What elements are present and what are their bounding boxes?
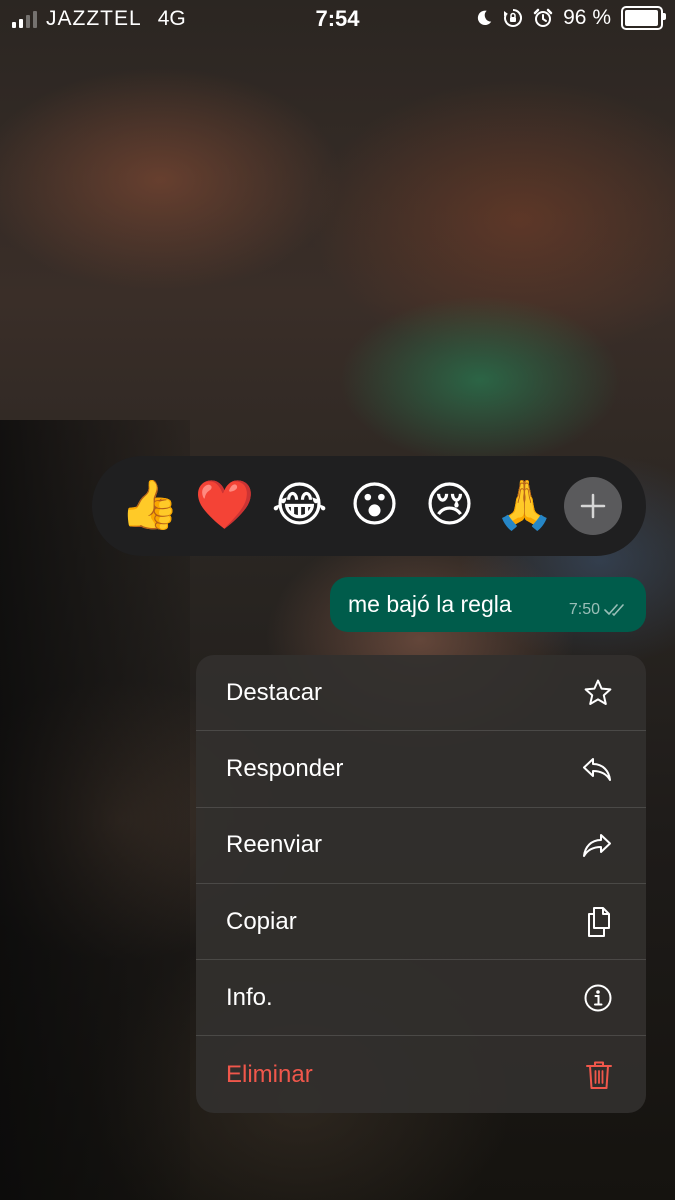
- copy-icon: [588, 906, 610, 937]
- reaction-tears-of-joy[interactable]: 😂: [262, 469, 337, 544]
- menu-item-responder[interactable]: Responder: [196, 731, 646, 808]
- status-right: 96 %: [475, 6, 666, 30]
- battery-percentage: 96 %: [563, 6, 611, 29]
- menu-item-destacar[interactable]: Destacar: [196, 655, 646, 732]
- reaction-thumbs-up[interactable]: 👍: [112, 469, 187, 544]
- menu-item-eliminar[interactable]: Eliminar: [196, 1036, 646, 1112]
- battery-fill: [625, 10, 658, 26]
- reaction-surprised-face[interactable]: 😮: [337, 469, 412, 544]
- double-check-icon: [604, 603, 624, 616]
- moon-icon: [478, 10, 492, 26]
- info-icon: [584, 984, 612, 1012]
- reaction-bar: 👍 ❤️ 😂 😮 😢 🙏: [92, 456, 646, 556]
- alarm-icon: [533, 8, 553, 27]
- menu-item-label: Info.: [226, 983, 273, 1011]
- menu-item-copiar[interactable]: Copiar: [196, 884, 646, 961]
- reaction-folded-hands[interactable]: 🙏: [487, 469, 562, 544]
- forward-icon: [583, 834, 611, 858]
- message-meta: 7:50: [569, 601, 628, 619]
- message-context-menu: Destacar Responder Reenviar Copiar Info.: [196, 655, 646, 1113]
- trash-icon: [586, 1061, 612, 1089]
- menu-item-reenviar[interactable]: Reenviar: [196, 808, 646, 884]
- message-text: me bajó la regla: [348, 591, 512, 617]
- message-time: 7:50: [568, 600, 600, 618]
- menu-item-label: Eliminar: [226, 1060, 313, 1088]
- message-bubble[interactable]: me bajó la regla 7:50: [330, 577, 646, 632]
- star-icon: [584, 679, 612, 705]
- menu-item-label: Destacar: [226, 678, 323, 706]
- battery-icon: [621, 6, 666, 30]
- reaction-crying-face[interactable]: 😢: [412, 469, 487, 544]
- more-reactions-button[interactable]: [564, 477, 622, 535]
- plus-icon: [580, 493, 606, 519]
- menu-item-label: Responder: [226, 754, 344, 782]
- status-bar: JAZZTEL 4G 7:54 96 %: [0, 0, 675, 38]
- reaction-red-heart[interactable]: ❤️: [187, 469, 262, 544]
- menu-item-label: Reenviar: [226, 831, 323, 859]
- menu-item-label: Copiar: [226, 907, 297, 935]
- menu-item-info[interactable]: Info.: [196, 960, 646, 1037]
- reply-icon: [583, 757, 611, 781]
- rotation-lock-icon: [504, 9, 523, 27]
